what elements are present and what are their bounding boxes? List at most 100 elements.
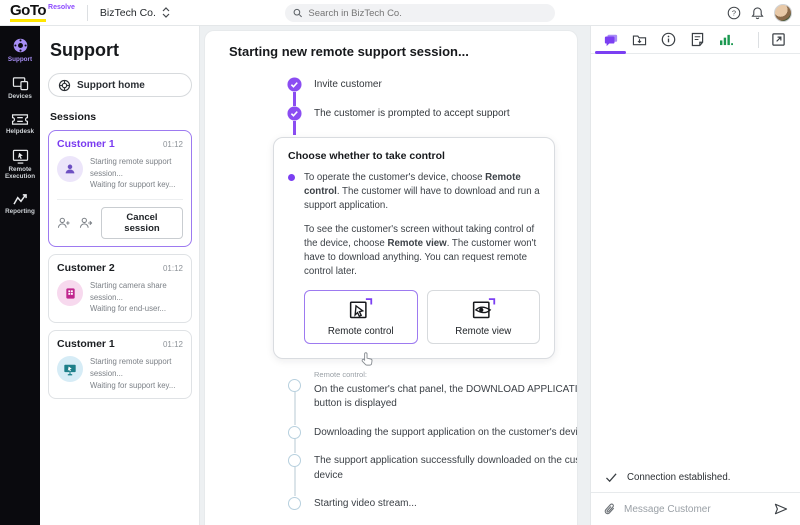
devices-icon [12, 76, 29, 91]
session-timer: 01:12 [163, 264, 183, 273]
global-search[interactable] [285, 4, 555, 22]
step-label: Starting video stream... [314, 496, 417, 525]
paperclip-icon [603, 502, 616, 516]
org-name: BizTech Co. [100, 7, 156, 19]
folder-download-icon [632, 33, 647, 46]
cancel-session-button[interactable]: Cancel session [101, 207, 183, 239]
top-bar: GoTo Resolve BizTech Co. ? [0, 0, 800, 26]
divider [758, 32, 759, 48]
person-plus-icon [57, 217, 71, 229]
step-done-icon [287, 106, 302, 121]
user-avatar[interactable] [774, 4, 792, 22]
session-card-customer1b[interactable]: Customer 1 01:12 Starting remote support… [48, 330, 192, 399]
session-status-line2: Waiting for support key... [90, 380, 183, 392]
mouse-pointer-hand-icon [360, 351, 375, 367]
side-panel-tabs [591, 26, 800, 54]
sidebar-label: Remote Execution [0, 166, 40, 180]
message-customer-input[interactable] [624, 504, 766, 515]
session-name: Customer 1 [57, 138, 115, 150]
session-name: Customer 1 [57, 338, 115, 350]
session-status-line1: Starting camera share session... [90, 280, 183, 303]
reporting-chart-icon [12, 193, 29, 206]
send-message-button[interactable] [774, 503, 788, 515]
session-timeline: Invite customer The customer is prompted… [287, 77, 578, 525]
session-status-line2: Waiting for support key... [90, 179, 183, 191]
sessions-heading: Sessions [50, 111, 191, 123]
search-input[interactable] [308, 8, 547, 19]
step-pending-icon [288, 454, 301, 467]
org-selector[interactable]: BizTech Co. [100, 7, 170, 19]
sidebar-label: Reporting [5, 208, 35, 215]
timeline-step-pending: Starting video stream... [287, 496, 578, 525]
step-pending-icon [288, 379, 301, 392]
chevron-updown-icon [162, 7, 170, 18]
bell-icon [751, 6, 764, 20]
remote-view-icon [470, 296, 497, 322]
support-panel: Support Support home Sessions Customer 1… [40, 26, 200, 525]
info-icon [661, 32, 676, 47]
session-side-panel: Connection established. [590, 26, 800, 525]
session-timer: 01:12 [163, 140, 183, 149]
step-label: The support application successfully dow… [314, 453, 578, 496]
session-status-line1: Starting remote support session... [90, 156, 183, 179]
remote-view-label: Remote view [455, 326, 511, 337]
sidebar-item-devices[interactable]: Devices [0, 73, 40, 103]
session-timeline-title: Starting new remote support session... [229, 44, 577, 59]
remote-view-button[interactable]: Remote view [427, 290, 541, 344]
session-status-line1: Starting remote support session... [90, 356, 183, 379]
sidebar-item-support[interactable]: Support [0, 34, 40, 66]
session-timeline-card: Starting new remote support session... I… [204, 30, 578, 525]
timeline-step-pending: Downloading the support application on t… [287, 425, 578, 454]
sidebar-label: Devices [8, 93, 32, 100]
dialog-title: Choose whether to take control [288, 150, 540, 162]
pop-out-window-icon [771, 32, 786, 47]
sidebar-label: Support [8, 56, 32, 63]
message-input-row [591, 493, 800, 525]
step-label: On the customer's chat panel, the DOWNLO… [314, 384, 578, 410]
help-button[interactable]: ? [727, 6, 741, 20]
tab-session-info[interactable] [655, 26, 682, 53]
divider [87, 5, 88, 21]
helpdesk-ticket-icon [11, 113, 29, 126]
left-nav-rail: Support Devices Helpdesk Remote Executio… [0, 26, 40, 525]
session-card-customer1-active[interactable]: Customer 1 01:12 Starting remote support… [48, 130, 192, 247]
timeline-step-pending: Remote control: On the customer's chat p… [287, 369, 578, 425]
support-lifebuoy-icon [12, 37, 29, 54]
svg-text:?: ? [732, 9, 736, 18]
remote-control-icon [347, 296, 374, 322]
remote-control-label: Remote control [328, 326, 394, 337]
transfer-session-button[interactable] [79, 217, 93, 229]
sidebar-item-remote-execution[interactable]: Remote Execution [0, 146, 40, 183]
remote-desktop-icon [57, 356, 83, 382]
help-icon: ? [727, 6, 741, 20]
tab-notes[interactable] [684, 26, 711, 53]
pop-out-panel-button[interactable] [765, 26, 792, 53]
attach-file-button[interactable] [603, 502, 616, 516]
remote-execution-icon [12, 149, 29, 164]
bar-chart-icon [719, 33, 734, 46]
timeline-step-done: Invite customer [287, 77, 578, 106]
sidebar-item-reporting[interactable]: Reporting [0, 190, 40, 218]
camera-share-icon [57, 280, 83, 306]
step-label: Downloading the support application on t… [314, 425, 578, 454]
support-home-button[interactable]: Support home [48, 73, 192, 97]
step-pending-icon [288, 497, 301, 510]
notes-icon [691, 32, 704, 47]
dialog-body: To operate the customer's device, choose… [304, 171, 540, 279]
support-home-icon [58, 79, 71, 92]
goto-resolve-logo[interactable]: GoTo Resolve [10, 3, 75, 22]
session-card-customer2[interactable]: Customer 2 01:12 Starting camera share s… [48, 254, 192, 323]
session-timer: 01:12 [163, 340, 183, 349]
remote-control-button[interactable]: Remote control [304, 290, 418, 344]
sidebar-item-helpdesk[interactable]: Helpdesk [0, 110, 40, 138]
notifications-button[interactable] [751, 6, 764, 20]
pending-group-label: Remote control: [314, 370, 578, 381]
tab-chat[interactable] [597, 26, 624, 53]
tab-file-transfer[interactable] [626, 26, 653, 53]
add-participant-button[interactable] [57, 217, 71, 229]
tab-system-diagnostics[interactable] [713, 26, 740, 53]
step-label: Invite customer [314, 77, 382, 106]
step-label: The customer is prompted to accept suppo… [314, 106, 510, 135]
logo-goto-text: GoTo [10, 3, 46, 22]
timeline-step-pending: The support application successfully dow… [287, 453, 578, 496]
